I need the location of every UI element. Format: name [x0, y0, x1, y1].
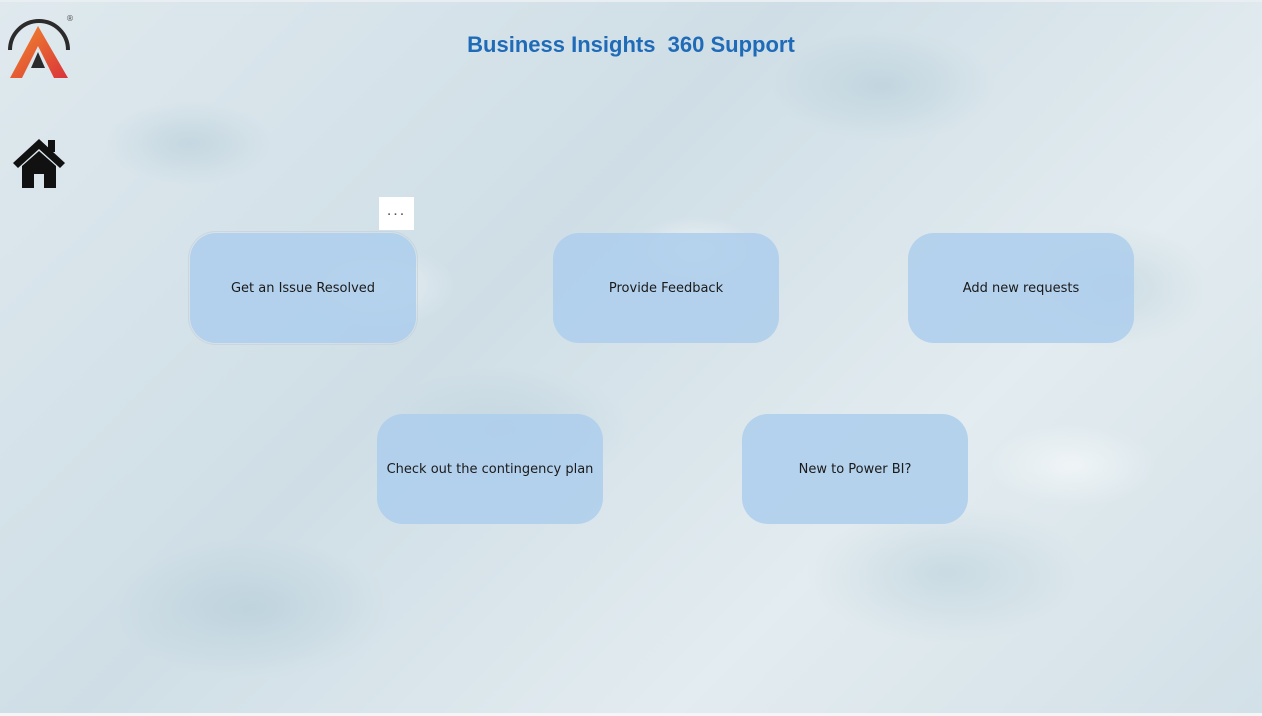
add-new-requests-button[interactable]: Add new requests — [908, 233, 1134, 343]
top-border — [0, 0, 1262, 2]
tile-label: New to Power BI? — [798, 461, 912, 477]
svg-text:®: ® — [66, 14, 74, 23]
more-options-button[interactable]: ... — [379, 197, 414, 230]
tile-label: Add new requests — [962, 280, 1080, 296]
page-title: Business Insights 360 Support — [467, 32, 795, 57]
tile-label: Get an Issue Resolved — [230, 280, 376, 296]
new-to-power-bi-button[interactable]: New to Power BI? — [742, 414, 968, 524]
more-options-icon: ... — [386, 201, 407, 219]
tile-label: Check out the contingency plan — [386, 461, 594, 477]
home-icon[interactable] — [12, 136, 66, 190]
provide-feedback-button[interactable]: Provide Feedback — [553, 233, 779, 343]
tile-label: Provide Feedback — [608, 280, 724, 296]
contingency-plan-button[interactable]: Check out the contingency plan — [377, 414, 603, 524]
get-issue-resolved-button[interactable]: Get an Issue Resolved — [188, 231, 418, 345]
